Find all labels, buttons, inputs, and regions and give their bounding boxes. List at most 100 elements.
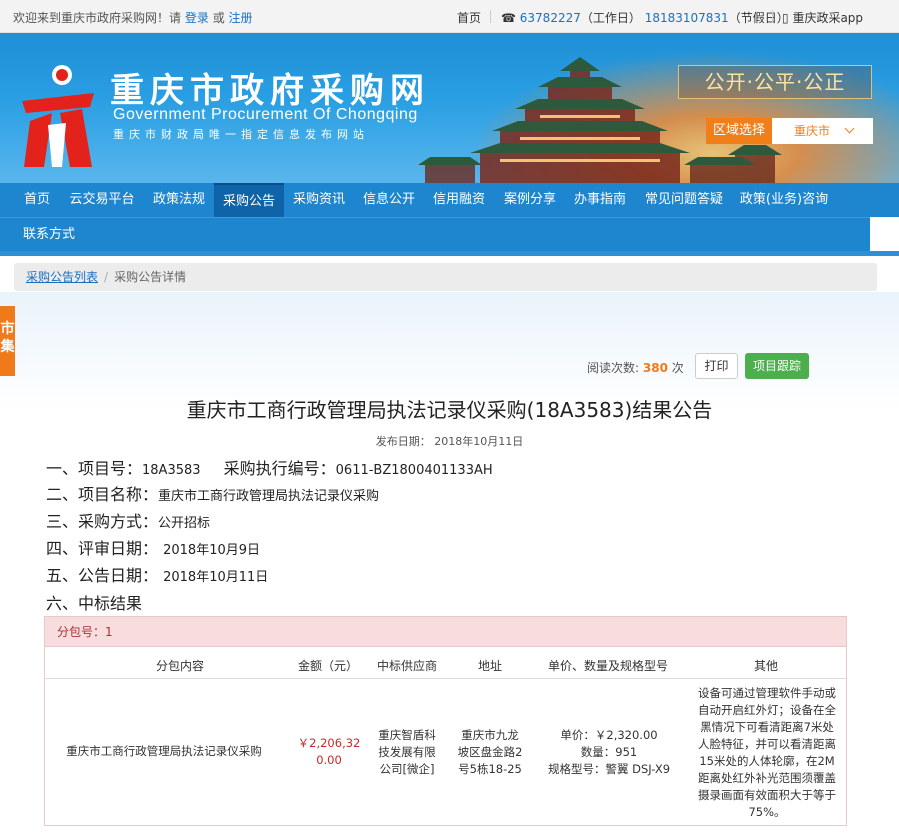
nav-item-disclosure[interactable]: 信息公开	[356, 183, 422, 217]
main-nav-row2: 联系方式	[0, 217, 870, 251]
package-number: 分包号：1	[45, 617, 846, 647]
col-header-address: 地址	[477, 659, 502, 673]
notice-date-label: 五、公告日期：	[46, 566, 159, 585]
procurement-method-value: 公开招标	[158, 516, 211, 531]
breadcrumb-list-link[interactable]: 采购公告列表	[26, 270, 98, 284]
cell-supplier: 重庆智盾科 技发展有限 公司[微企]	[371, 727, 443, 778]
project-number-value: 18A3583	[142, 463, 201, 478]
cell-unit-price: 单价：￥2,320.00	[560, 728, 658, 742]
region-select-button[interactable]: 区域选择	[706, 118, 772, 144]
mobile-icon: ▯	[782, 11, 789, 25]
phone-info: ☎ 63782227（工作日） 18183107831（节假日）	[501, 9, 789, 26]
review-date-label: 四、评审日期：	[46, 539, 159, 558]
divider	[490, 10, 491, 23]
logo-icon	[22, 65, 94, 167]
project-name-label: 二、项目名称：	[46, 485, 159, 504]
cell-amount-line: 0.00	[316, 753, 342, 767]
nav-item-cloud-trade[interactable]: 云交易平台	[62, 183, 142, 217]
nav-item-notices[interactable]: 采购公告	[214, 183, 284, 217]
side-float-tab[interactable]: 市集	[0, 306, 15, 376]
app-link[interactable]: ▯ 重庆政采app	[782, 9, 863, 26]
site-title-en: Government Procurement Of Chongqing	[113, 106, 418, 123]
notice-date-line: 五、公告日期： 2018年10月11日	[46, 562, 268, 586]
welcome-text: 欢迎来到重庆市政府采购网！请 登录 或 注册	[13, 9, 253, 26]
procurement-method-line: 三、采购方式：公开招标	[46, 508, 210, 532]
cell-other-line: 人脸特征，并可以看清距离	[698, 737, 836, 751]
register-link[interactable]: 注册	[229, 11, 253, 25]
app-label: 重庆政采app	[792, 11, 864, 25]
breadcrumb: 采购公告列表 / 采购公告详情	[14, 263, 877, 291]
breadcrumb-current: 采购公告详情	[114, 270, 187, 284]
read-count-unit: 次	[671, 361, 684, 375]
nav-item-credit[interactable]: 信用融资	[426, 183, 492, 217]
main-nav: 首页 云交易平台 政策法规 采购公告 采购资讯 信息公开 信用融资 案例分享 办…	[0, 183, 899, 217]
cell-address-line: 重庆市九龙	[461, 728, 519, 742]
exec-number-value: 0611-BZ1800401133AH	[335, 463, 493, 478]
nav-strip	[0, 251, 899, 256]
award-result-panel: 分包号：1 分包内容 金额（元） 中标供应商 地址 单价、数量及规格型号 其他 …	[44, 616, 847, 826]
header-banner: 重庆市政府采购网 Government Procurement Of Chong…	[0, 33, 899, 183]
cell-address: 重庆市九龙 坡区盘金路2 号5栋18-25	[449, 727, 531, 778]
cell-address-line: 号5栋18-25	[458, 762, 522, 776]
award-result-heading: 六、中标结果	[46, 594, 143, 613]
phone-icon: ☎	[501, 11, 516, 25]
region-dropdown[interactable]: 重庆市	[772, 118, 873, 144]
nav-item-news[interactable]: 采购资讯	[286, 183, 352, 217]
col-header-other: 其他	[753, 659, 778, 673]
print-button[interactable]: 打印	[695, 353, 738, 379]
read-count: 阅读次数: 380 次	[587, 359, 684, 376]
cell-other-line: 75%。	[748, 805, 786, 819]
nav-item-cases[interactable]: 案例分享	[497, 183, 563, 217]
cell-other-line: 距离处红外补光范围须覆盖	[698, 771, 836, 785]
cell-other-line: 15米处的人体轮廓，在2M	[699, 754, 835, 768]
cell-price-spec: 单价：￥2,320.00 数量：951 规格型号：警翼 DSJ-X9	[535, 727, 683, 778]
notice-title: 重庆市工商行政管理局执法记录仪采购(18A3583)结果公告	[186, 398, 713, 422]
col-header-supplier: 中标供应商	[376, 659, 437, 673]
nav-item-faq[interactable]: 常见问题答疑	[638, 183, 730, 217]
cell-address-line: 坡区盘金路2	[457, 745, 523, 759]
or-label: 或	[212, 11, 225, 25]
home-link[interactable]: 首页	[457, 9, 481, 26]
site-title: 重庆市政府采购网	[110, 71, 430, 111]
cell-amount-line: ￥2,206,32	[297, 736, 361, 750]
cell-amount: ￥2,206,32 0.00	[293, 735, 365, 769]
project-name-value: 重庆市工商行政管理局执法记录仪采购	[158, 489, 380, 504]
cell-other-line: 黑情况下可看清距离7米处	[700, 720, 834, 734]
cell-supplier-line: 重庆智盾科	[378, 728, 436, 742]
publish-date: 发布日期： 2018年10月11日	[375, 435, 524, 448]
read-count-value: 380	[642, 361, 668, 375]
chevron-down-icon	[844, 123, 855, 134]
cell-other-line: 自动开启红外灯；设备在全	[698, 703, 836, 717]
nav-item-consult[interactable]: 政策(业务)咨询	[734, 183, 834, 217]
notice-date-value: 2018年10月11日	[163, 570, 269, 585]
site-subtitle: 重庆市财政局唯一指定信息发布网站	[113, 128, 369, 141]
nav-item-guide[interactable]: 办事指南	[567, 183, 633, 217]
project-number-label: 一、项目号：	[46, 459, 143, 478]
cell-content: 重庆市工商行政管理局执法记录仪采购	[66, 744, 262, 758]
nav-item-contact[interactable]: 联系方式	[14, 218, 84, 252]
cell-model: 规格型号：警翼 DSJ-X9	[547, 762, 671, 776]
project-name-line: 二、项目名称：重庆市工商行政管理局执法记录仪采购	[46, 481, 379, 505]
region-value: 重庆市	[794, 124, 831, 138]
work-label: （工作日）	[580, 11, 641, 25]
project-number-line: 一、项目号：18A3583 采购执行编号：0611-BZ1800401133AH	[46, 455, 493, 479]
nav-item-home[interactable]: 首页	[14, 183, 60, 217]
welcome-label: 欢迎来到重庆市政府采购网！请	[13, 11, 182, 25]
breadcrumb-separator: /	[104, 270, 109, 284]
read-count-label: 阅读次数:	[587, 361, 640, 375]
cell-supplier-line: 技发展有限	[378, 745, 436, 759]
cell-other-line: 设备可通过管理软件手动或	[698, 686, 836, 700]
divider	[772, 10, 773, 23]
login-link[interactable]: 登录	[185, 11, 209, 25]
holiday-label: （节假日）	[728, 11, 789, 25]
table-divider	[45, 678, 846, 679]
procurement-method-label: 三、采购方式：	[46, 512, 159, 531]
phone-holiday: 18183107831	[644, 11, 729, 25]
cell-other: 设备可通过管理软件手动或 自动开启红外灯；设备在全 黑情况下可看清距离7米处 人…	[691, 685, 843, 821]
slogan: 公开·公平·公正	[678, 65, 872, 99]
cell-other-line: 摄录画面有效面积大于等于	[698, 788, 836, 802]
phone-work: 63782227	[519, 11, 581, 25]
nav-item-policy[interactable]: 政策法规	[146, 183, 212, 217]
track-project-button[interactable]: 项目跟踪	[745, 353, 809, 379]
top-bar: 欢迎来到重庆市政府采购网！请 登录 或 注册 首页 ☎ 63782227（工作日…	[0, 0, 899, 33]
